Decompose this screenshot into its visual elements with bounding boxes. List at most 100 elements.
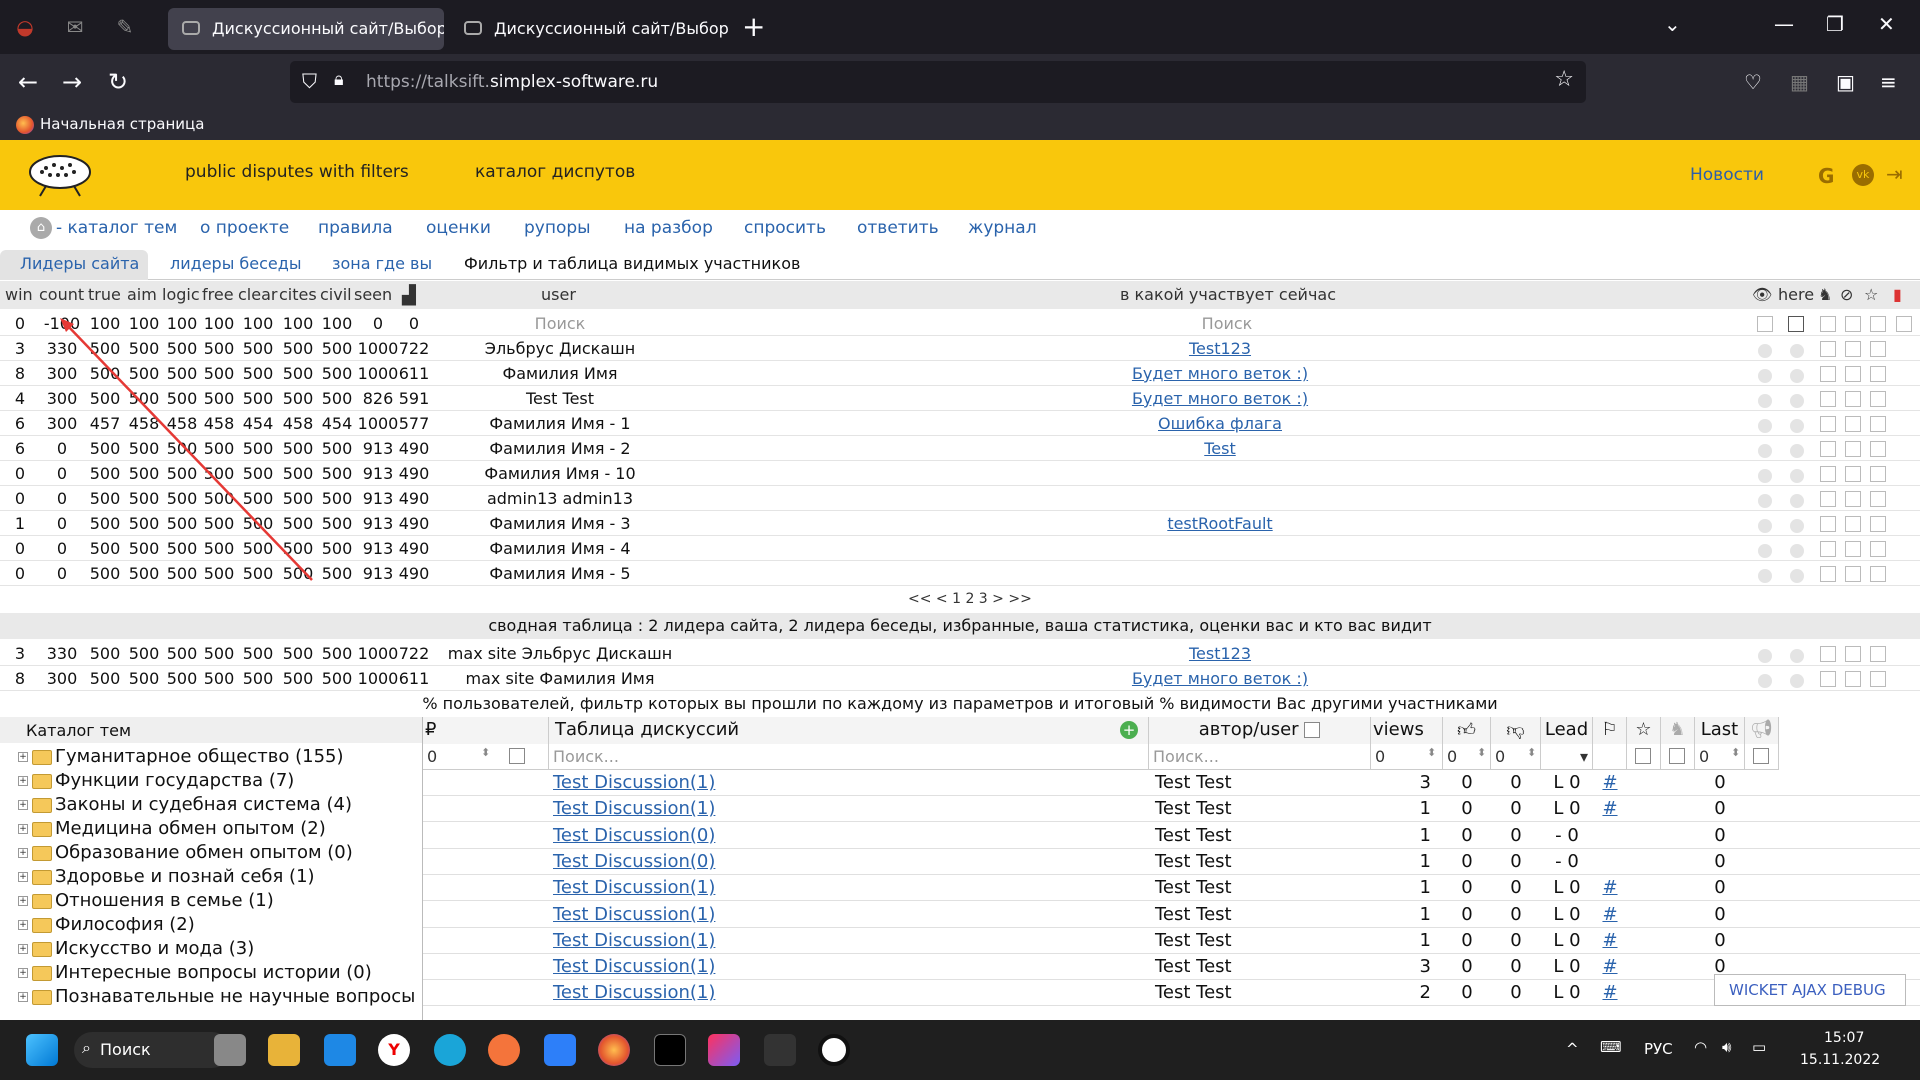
col-lead[interactable]: Lead	[1541, 717, 1593, 744]
catalog-item[interactable]: + Интересные вопросы истории (0)	[18, 962, 372, 983]
dog-icon[interactable]: ♞	[1818, 285, 1832, 304]
tab-talk-leaders[interactable]: лидеры беседы	[170, 254, 301, 273]
catalog-item[interactable]: + Функции государства (7)	[18, 770, 294, 791]
filter-value[interactable]: 100	[201, 314, 237, 333]
hash-link[interactable]: #	[1593, 904, 1627, 925]
user-search-input[interactable]: Поиск	[430, 314, 690, 333]
row-checkbox[interactable]	[1845, 646, 1861, 662]
filter-value[interactable]: 100	[126, 314, 162, 333]
forward-icon[interactable]: →	[62, 68, 82, 96]
catalog-item[interactable]: + Философия (2)	[18, 914, 195, 935]
catalog-item[interactable]: + Отношения в семье (1)	[18, 890, 274, 911]
tray-chevron-icon[interactable]: ^	[1566, 1040, 1579, 1058]
home-icon[interactable]: ⌂	[30, 217, 52, 239]
star-filter[interactable]	[1627, 744, 1661, 770]
discussion-link[interactable]: Test123	[1000, 644, 1440, 663]
taskbar-search[interactable]: ⌕ Поиск	[74, 1032, 230, 1068]
hash-link[interactable]: #	[1593, 982, 1627, 1003]
colander-logo-icon[interactable]	[26, 150, 96, 200]
catalog-item[interactable]: + Познавательные не научные вопросы	[18, 986, 415, 1007]
expand-icon[interactable]: +	[18, 992, 28, 1002]
spin-icon[interactable]: ⬍	[481, 746, 490, 759]
row-checkbox[interactable]	[1870, 646, 1886, 662]
hash-link[interactable]: #	[1593, 877, 1627, 898]
reload-icon[interactable]: ↻	[108, 68, 128, 96]
row-checkbox[interactable]	[1820, 391, 1836, 407]
url-text[interactable]: https://talksift.simplex-software.ru	[366, 72, 658, 92]
news-link[interactable]: Новости	[1690, 165, 1764, 185]
task-view-icon[interactable]	[214, 1034, 246, 1066]
filter-checkbox[interactable]	[1757, 316, 1773, 332]
row-checkbox[interactable]	[1870, 366, 1886, 382]
mail-icon[interactable]	[324, 1034, 356, 1066]
col-logic[interactable]: logic	[162, 285, 200, 304]
filter-checkbox[interactable]	[1845, 316, 1861, 332]
row-checkbox[interactable]	[1870, 516, 1886, 532]
star-checkbox[interactable]	[1635, 748, 1651, 764]
shield-icon[interactable]: ⛉	[302, 69, 317, 93]
row-checkbox[interactable]	[1870, 416, 1886, 432]
star-icon[interactable]: ☆	[1864, 285, 1878, 304]
filter-value[interactable]: 100	[319, 314, 355, 333]
row-checkbox[interactable]	[1845, 491, 1861, 507]
filter-checkbox[interactable]	[1788, 316, 1804, 332]
menu-speakers[interactable]: рупоры	[524, 218, 591, 238]
spin-icon[interactable]: ⬍	[1427, 746, 1436, 759]
col-cites[interactable]: cites	[279, 285, 317, 304]
spin-icon[interactable]: ⬍	[1477, 746, 1486, 759]
menu-answer[interactable]: ответить	[857, 218, 939, 238]
row-checkbox[interactable]	[1845, 466, 1861, 482]
row-checkbox[interactable]	[1820, 516, 1836, 532]
expand-icon[interactable]: +	[18, 968, 28, 978]
discussion-link[interactable]: Test	[1000, 439, 1440, 458]
lock-icon[interactable]: 🔒︎	[334, 69, 344, 90]
discussion-title-link[interactable]: Test Discussion(0)	[553, 851, 1143, 872]
container-icon[interactable]: ▣	[1836, 68, 1855, 96]
browser-tab-2[interactable]: Дискуссионный сайт/Выбор т	[450, 8, 730, 50]
bookmark-star-icon[interactable]: ☆	[1554, 67, 1574, 92]
row-checkbox[interactable]	[1870, 541, 1886, 557]
up-filter[interactable]: 0 ⬍	[1443, 744, 1491, 770]
discussion-link[interactable]: testRootFault	[1000, 514, 1440, 533]
num-filter[interactable]: 0 ⬍	[423, 744, 549, 770]
clock-time[interactable]: 15:07	[1824, 1030, 1864, 1046]
menu-icon[interactable]: ≡	[1880, 68, 1897, 96]
filter-checkbox[interactable]	[1820, 316, 1836, 332]
menu-catalog[interactable]: - каталог тем	[56, 218, 177, 238]
col-table-header[interactable]: Таблица дискуссий +	[549, 717, 1149, 744]
filter-value[interactable]: 100	[280, 314, 316, 333]
eye-icon[interactable]: 👁︎	[1752, 285, 1772, 304]
megaphone-filter[interactable]	[1745, 744, 1779, 770]
sign-in-icon[interactable]: ⇥	[1886, 162, 1903, 186]
row-checkbox[interactable]	[1820, 671, 1836, 687]
new-tab-button[interactable]: +	[742, 10, 765, 43]
col-free[interactable]: free	[202, 285, 234, 304]
row-checkbox[interactable]	[1820, 416, 1836, 432]
vk-login-icon[interactable]: vk	[1852, 164, 1874, 186]
lead-dropdown[interactable]: ▾	[1541, 744, 1593, 770]
restore-icon[interactable]: ❐	[1826, 12, 1844, 36]
table-search-input[interactable]: Поиск...	[549, 744, 1149, 770]
expand-icon[interactable]: +	[18, 776, 28, 786]
language-indicator[interactable]: РУС	[1644, 1040, 1673, 1058]
col-aim[interactable]: aim	[127, 285, 157, 304]
expand-icon[interactable]: +	[18, 848, 28, 858]
extension-icon[interactable]: ▦	[1790, 68, 1809, 96]
expand-icon[interactable]: +	[18, 920, 28, 930]
row-checkbox[interactable]	[1845, 341, 1861, 357]
expand-icon[interactable]: +	[18, 896, 28, 906]
hidden-eye-icon[interactable]: ⊘	[1840, 285, 1853, 304]
discussion-title-link[interactable]: Test Discussion(1)	[553, 904, 1143, 925]
filter-value[interactable]: -100	[42, 314, 82, 333]
flag-icon[interactable]: ⚐	[1593, 717, 1627, 744]
spin-icon[interactable]: ⬍	[1731, 746, 1740, 759]
dog-filter-icon[interactable]: ♞	[1661, 717, 1695, 744]
num-filter-value[interactable]: 0	[427, 747, 437, 766]
yandex-browser-icon[interactable]: Y	[378, 1034, 410, 1066]
filter-value[interactable]: 100	[164, 314, 200, 333]
filter-value[interactable]: 100	[87, 314, 123, 333]
hash-link[interactable]: #	[1593, 956, 1627, 977]
filter-checkbox[interactable]	[1870, 316, 1886, 332]
row-checkbox[interactable]	[1845, 566, 1861, 582]
col-seen[interactable]: seen	[354, 285, 392, 304]
